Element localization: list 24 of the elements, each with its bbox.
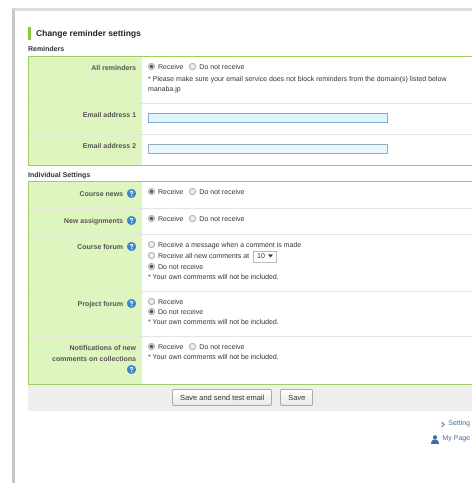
- radio-button[interactable]: [148, 308, 155, 315]
- radio-button[interactable]: [148, 263, 155, 270]
- caret-icon: [268, 254, 273, 258]
- chevron-icon: [441, 420, 446, 428]
- help-icon[interactable]: [127, 189, 136, 198]
- help-icon[interactable]: [127, 365, 136, 374]
- radio-button[interactable]: [148, 214, 155, 222]
- radio-button[interactable]: [148, 298, 155, 305]
- radio-button[interactable]: [148, 343, 155, 350]
- radio-button[interactable]: [189, 62, 196, 70]
- radio-button[interactable]: [148, 62, 155, 70]
- email-field[interactable]: [148, 144, 388, 154]
- email-field[interactable]: [148, 112, 388, 122]
- radio-button[interactable]: [189, 214, 196, 222]
- radio-button[interactable]: [148, 241, 155, 248]
- radio-button[interactable]: [189, 343, 196, 350]
- person-icon: [431, 435, 440, 444]
- radio-button[interactable]: [148, 252, 155, 259]
- page-heading: Change reminder settings: [28, 27, 472, 40]
- radio-button[interactable]: [189, 188, 196, 195]
- help-icon[interactable]: [127, 242, 136, 251]
- help-icon[interactable]: [127, 299, 136, 308]
- help-icon[interactable]: [127, 216, 136, 224]
- radio-button[interactable]: [148, 188, 155, 195]
